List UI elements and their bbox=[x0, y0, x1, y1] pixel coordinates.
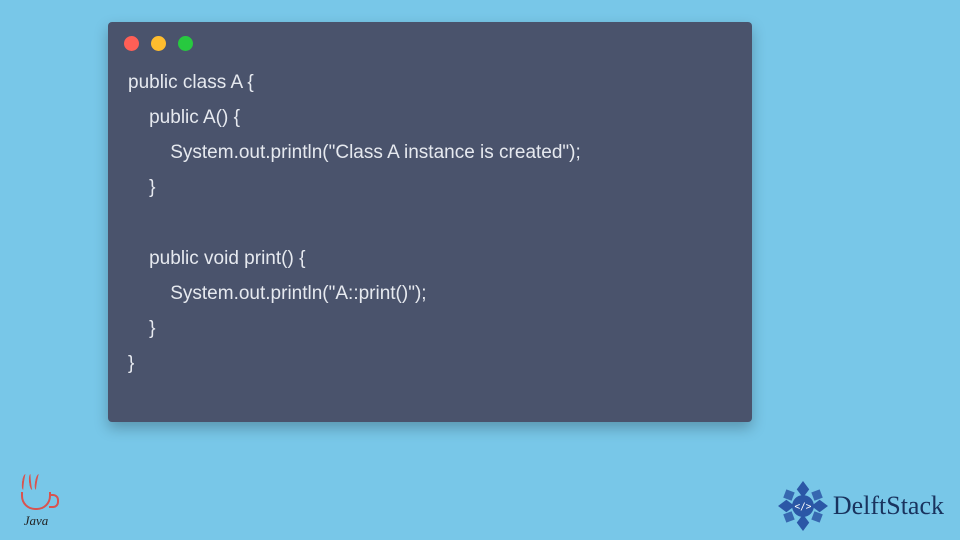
brand-name: DelftStack bbox=[833, 491, 944, 521]
java-logo: Java bbox=[12, 474, 60, 534]
cup-icon bbox=[21, 492, 51, 510]
minimize-icon[interactable] bbox=[151, 36, 166, 51]
code-block: public class A { public A() { System.out… bbox=[108, 59, 752, 397]
code-glyph-icon: </> bbox=[794, 502, 811, 513]
code-window: public class A { public A() { System.out… bbox=[108, 22, 752, 422]
java-label: Java bbox=[24, 513, 49, 529]
delftstack-mark-icon: </> bbox=[777, 480, 829, 532]
maximize-icon[interactable] bbox=[178, 36, 193, 51]
close-icon[interactable] bbox=[124, 36, 139, 51]
delftstack-logo: </> DelftStack bbox=[777, 480, 944, 532]
steam-icon bbox=[22, 474, 40, 492]
window-titlebar bbox=[108, 22, 752, 59]
